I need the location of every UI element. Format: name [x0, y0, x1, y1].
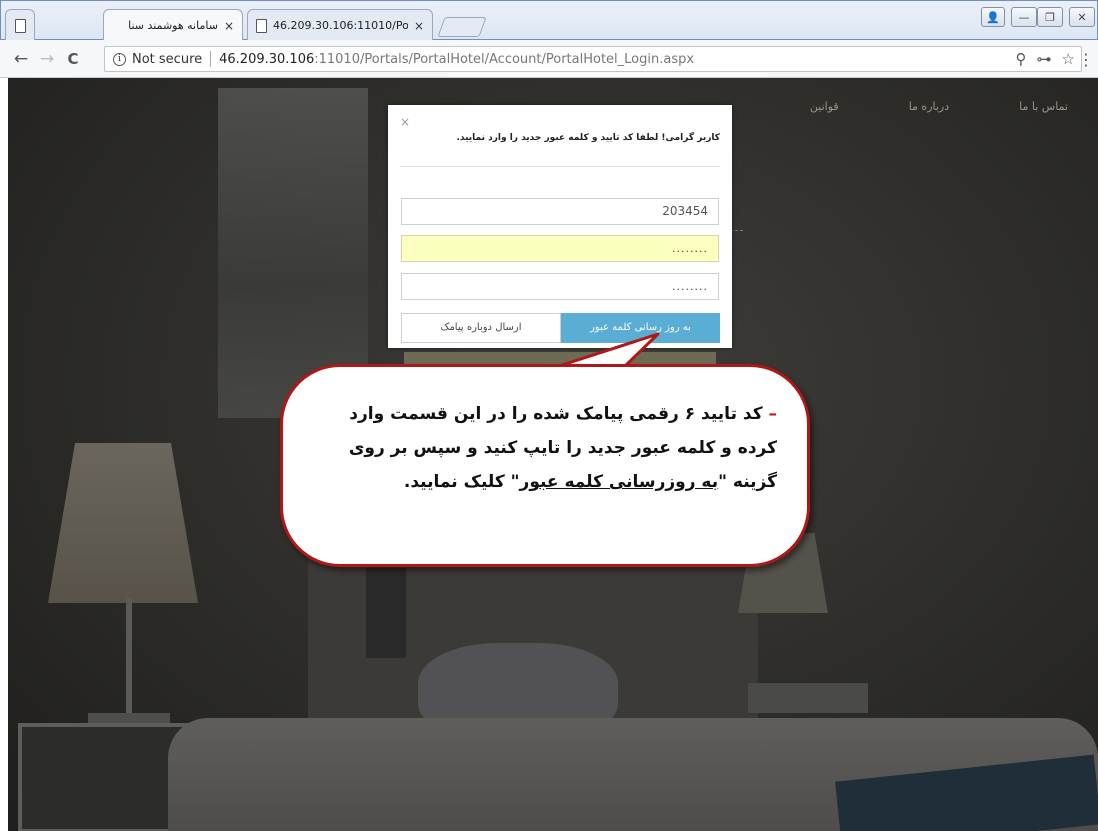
callout-highlight: به روزرسانی کلمه عبور	[519, 472, 719, 492]
tab-title: 46.209.30.106:11010/Port	[273, 19, 408, 32]
page-icon	[256, 18, 267, 33]
tab-portal[interactable]: 46.209.30.106:11010/Port ×	[247, 9, 433, 41]
page-viewport: تماس با ما درباره ما قوانین × کاربر گرام…	[8, 78, 1098, 831]
background-login-button	[404, 352, 716, 364]
browser-toolbar: ← → C i Not secure 46.209.30.106:11010/P…	[0, 40, 1098, 78]
bg-door-tag	[366, 568, 406, 658]
browser-tab-strip: سامانه هوشمند سنا × 46.209.30.106:11010/…	[0, 0, 1098, 41]
callout-line-2: کرده و کلمه عبور جدید را تایپ کنید و سپس…	[348, 438, 777, 458]
minimize-button[interactable]: —	[1011, 7, 1037, 27]
profile-icon[interactable]: 👤	[981, 7, 1005, 27]
callout-line-1-text: کد تایید ۶ رقمی پیامک شده را در این قسمت…	[349, 404, 763, 424]
callout-line-3: گزینه "به روزرسانی کلمه عبور" کلیک نمایی…	[313, 465, 777, 499]
page-icon	[15, 18, 26, 33]
zoom-icon[interactable]: ⚲	[1016, 50, 1027, 68]
address-separator	[210, 51, 212, 67]
bg-lamp-stem-left	[126, 598, 132, 718]
callout-line-3-prefix: گزینه "	[718, 472, 777, 492]
back-arrow-icon[interactable]: ←	[8, 49, 34, 69]
pinned-tab[interactable]	[5, 9, 35, 41]
url-host: 46.209.30.106	[219, 51, 315, 67]
tab-close-icon[interactable]: ×	[414, 19, 424, 33]
update-password-button[interactable]: به روز رسانی کلمه عبور	[561, 313, 720, 343]
instruction-callout: – کد تایید ۶ رقمی پیامک شده را در این قس…	[280, 364, 810, 567]
address-bar[interactable]: i Not secure 46.209.30.106:11010/Portals…	[104, 46, 1082, 72]
browser-menu-icon[interactable]: ⋮	[1078, 50, 1094, 69]
verification-code-input[interactable]: 203454	[401, 198, 719, 225]
bg-nightstand-right	[748, 683, 868, 713]
reload-icon[interactable]: C	[60, 50, 86, 68]
tab-close-icon[interactable]: ×	[224, 19, 234, 33]
nav-contact-link[interactable]: تماس با ما	[1019, 100, 1068, 113]
star-icon[interactable]: ☆	[1062, 50, 1075, 68]
resend-sms-button[interactable]: ارسال دوباره پیامک	[401, 313, 561, 343]
modal-message: کاربر گرامی! لطفا کد تایید و کلمه عبور ج…	[456, 133, 721, 143]
key-icon[interactable]: ⊶	[1037, 50, 1052, 68]
security-label[interactable]: Not secure	[132, 52, 202, 67]
maximize-button[interactable]: ❐	[1037, 7, 1063, 27]
omnibox-actions: ⚲ ⊶ ☆	[1016, 50, 1075, 68]
url-path: :11010/Portals/PortalHotel/Account/Porta…	[314, 51, 695, 67]
new-tab-button[interactable]	[437, 17, 487, 37]
forward-arrow-icon[interactable]: →	[34, 49, 60, 69]
callout-dash: –	[762, 404, 777, 424]
tab-sana[interactable]: سامانه هوشمند سنا ×	[103, 9, 243, 41]
reset-password-modal: × کاربر گرامی! لطفا کد تایید و کلمه عبور…	[388, 105, 732, 348]
modal-close-icon[interactable]: ×	[400, 115, 410, 129]
modal-divider	[400, 166, 720, 167]
callout-text: – کد تایید ۶ رقمی پیامک شده را در این قس…	[313, 397, 777, 499]
callout-line-3-suffix: " کلیک نمایید.	[403, 472, 520, 492]
confirm-password-input[interactable]: ........	[401, 273, 719, 300]
info-icon[interactable]: i	[113, 52, 126, 66]
nav-about-link[interactable]: درباره ما	[909, 100, 949, 113]
close-window-button[interactable]: ✕	[1069, 7, 1095, 27]
site-top-nav: تماس با ما درباره ما قوانین	[810, 100, 1068, 113]
callout-line-1: – کد تایید ۶ رقمی پیامک شده را در این قس…	[313, 397, 777, 431]
tab-title: سامانه هوشمند سنا	[128, 19, 218, 32]
nav-rules-link[interactable]: قوانین	[810, 100, 839, 113]
new-password-input[interactable]: ........	[401, 235, 719, 262]
